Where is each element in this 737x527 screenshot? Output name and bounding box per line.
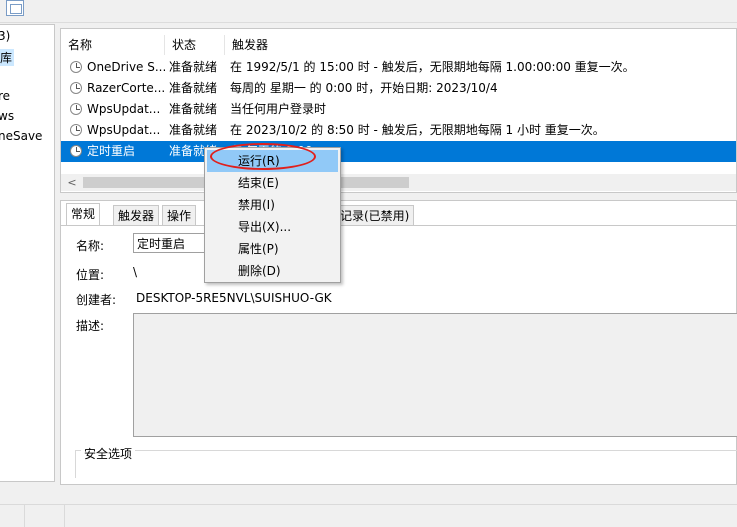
task-name: WpsUpdat...: [87, 102, 161, 116]
menu-item-end[interactable]: 结束(E): [207, 172, 338, 194]
task-trigger: 每周的 星期一 的 0:00 时，开始日期: 2023/10/4: [230, 81, 498, 95]
toolbar: [0, 0, 737, 23]
clock-icon: [70, 145, 82, 157]
status-segment: [0, 505, 25, 527]
task-name: WpsUpdat...: [87, 123, 161, 137]
description-label: 描述:: [76, 319, 105, 333]
task-list: 名称 状态 触发器 OneDrive S... 准备就绪 在 1992/5/1 …: [60, 28, 737, 193]
scroll-left-icon[interactable]: <: [65, 174, 79, 191]
table-row[interactable]: RazerCorte... 准备就绪 每周的 星期一 的 0:00 时，开始日期…: [61, 78, 736, 99]
task-name: RazerCorte...: [87, 81, 165, 95]
column-header-status[interactable]: 状态: [165, 35, 225, 55]
table-row[interactable]: WpsUpdat... 准备就绪 当任何用户登录时: [61, 99, 736, 120]
status-bar: [0, 504, 737, 527]
window-icon[interactable]: [6, 0, 24, 16]
author-value: DESKTOP-5RE5NVL\SUISHUO-GK: [136, 291, 332, 305]
column-header-trigger[interactable]: 触发器: [225, 35, 736, 55]
tab-actions[interactable]: 操作: [162, 205, 197, 225]
menu-item-properties[interactable]: 属性(P): [207, 238, 338, 260]
table-row[interactable]: WpsUpdat... 准备就绪 在 2023/10/2 的 8:50 时 - …: [61, 120, 736, 141]
security-options-group: [75, 450, 737, 478]
tree-item[interactable]: neSave: [0, 129, 42, 143]
tree-item[interactable]: re: [0, 89, 10, 103]
menu-item-disable[interactable]: 禁用(I): [207, 194, 338, 216]
tree-item[interactable]: 3): [0, 29, 10, 43]
task-trigger: 当任何用户登录时: [230, 102, 327, 116]
tab-triggers[interactable]: 触发器: [113, 205, 160, 225]
author-label: 创建者:: [76, 293, 117, 307]
task-status: 准备就绪: [169, 81, 218, 95]
menu-item-export[interactable]: 导出(X)...: [207, 216, 338, 238]
clock-icon: [70, 103, 82, 115]
task-trigger: 在 2023/10/2 的 8:50 时 - 触发后，无限期地每隔 1 小时 重…: [230, 123, 605, 137]
horizontal-scrollbar[interactable]: <: [61, 174, 736, 191]
status-segment: [24, 505, 65, 527]
clock-icon: [70, 61, 82, 73]
security-options-label: 安全选项: [81, 445, 136, 462]
task-trigger: 在 1992/5/1 的 15:00 时 - 触发后，无限期地每隔 1.00:0…: [230, 60, 635, 74]
menu-item-delete[interactable]: 删除(D): [207, 260, 338, 282]
task-detail-panel: 常规 触发器 操作 记录(已禁用) 名称: 定时重启 位置: \ 创建者: DE…: [60, 200, 737, 485]
table-row[interactable]: OneDrive S... 准备就绪 在 1992/5/1 的 15:00 时 …: [61, 57, 736, 78]
task-status: 准备就绪: [169, 123, 218, 137]
description-field[interactable]: [133, 313, 737, 437]
name-label: 名称:: [76, 239, 105, 253]
task-status: 准备就绪: [169, 60, 218, 74]
tree-item[interactable]: ws: [0, 109, 14, 123]
tree-item[interactable]: 库: [0, 49, 15, 66]
annotation-circle: [210, 143, 316, 170]
tab-history[interactable]: 记录(已禁用): [336, 205, 415, 225]
location-label: 位置:: [76, 268, 105, 282]
column-header-name[interactable]: 名称: [61, 35, 165, 55]
task-name: OneDrive S...: [87, 60, 165, 74]
location-value: \: [133, 265, 138, 279]
tab-general[interactable]: 常规: [66, 203, 101, 226]
table-row-selected[interactable]: 定时重启 准备就绪 在 每天的 0:00: [61, 141, 736, 162]
clock-icon: [70, 124, 82, 136]
library-tree-panel: 3) 库 re ws neSave: [0, 24, 55, 482]
tab-divider: [61, 225, 736, 226]
task-name: 定时重启: [87, 144, 136, 158]
clock-icon: [70, 82, 82, 94]
task-status: 准备就绪: [169, 102, 218, 116]
